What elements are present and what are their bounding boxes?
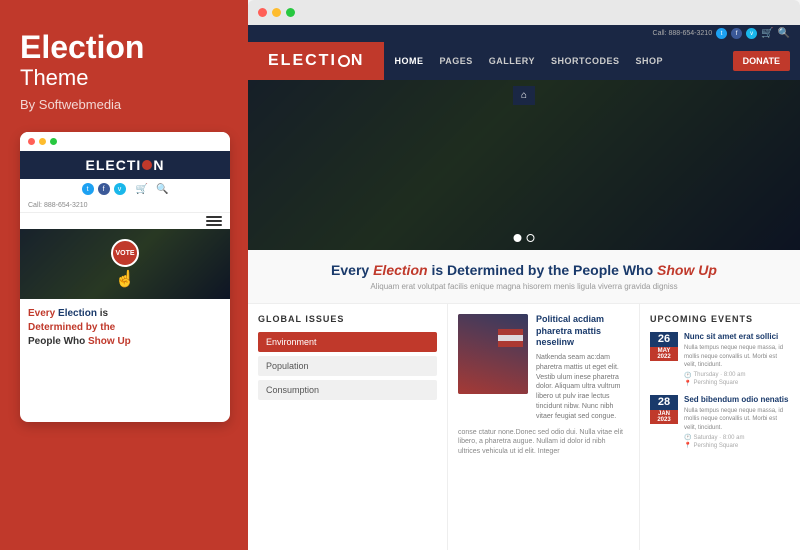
event-meta-2: 🕐 Saturday · 8:00 am 📍 Pershing Square bbox=[684, 434, 790, 449]
hero-dot-1[interactable] bbox=[514, 234, 522, 242]
right-panel: Call: 888-654-3210 t f v 🛒 🔍 ELECTIN HOM… bbox=[248, 0, 800, 550]
event-desc-2: Nulla tempus neque neque massa, id molli… bbox=[684, 407, 790, 432]
article-content: Political acdiam pharetra mattis neselin… bbox=[536, 314, 629, 422]
tagline-sub: Aliquam erat volutpat facilis enique mag… bbox=[268, 282, 780, 291]
mobile-nav: ELECTIN bbox=[20, 151, 230, 179]
dt-dot-red bbox=[258, 8, 267, 17]
site-nav: ELECTIN HOME PAGES GALLERY SHORTCODES SH… bbox=[248, 42, 800, 80]
mobile-headline: Every Election is Determined by the Peop… bbox=[28, 307, 222, 349]
hero-dot-2[interactable] bbox=[527, 234, 535, 242]
cart-icon[interactable]: 🛒 bbox=[136, 184, 148, 195]
event-desc-1: Nulla tempus neque neque massa, id molli… bbox=[684, 344, 790, 369]
article-image bbox=[458, 314, 528, 394]
article-card: Political acdiam pharetra mattis neselin… bbox=[458, 314, 629, 422]
hero-dots bbox=[514, 234, 535, 242]
mobile-phone-bar: Call: 888-654-3210 bbox=[20, 199, 230, 213]
vimeo-icon[interactable]: v bbox=[114, 183, 126, 195]
mobile-dot-green bbox=[50, 138, 57, 145]
vote-badge: VOTE ☝ bbox=[111, 239, 139, 289]
hero-overlay bbox=[248, 80, 800, 250]
mobile-dot-yellow bbox=[39, 138, 46, 145]
search-icon[interactable]: 🔍 bbox=[156, 184, 168, 195]
mobile-hero: VOTE ☝ bbox=[20, 229, 230, 299]
mobile-social-icons: t f v 🛒 🔍 bbox=[20, 179, 230, 199]
hero-section: ⌂ bbox=[248, 80, 800, 250]
nav-pages[interactable]: PAGES bbox=[439, 56, 472, 66]
site-header: Call: 888-654-3210 t f v 🛒 🔍 ELECTIN HOM… bbox=[248, 25, 800, 80]
facebook-icon[interactable]: f bbox=[98, 183, 110, 195]
global-issues-title: GLOBAL ISSUES bbox=[258, 314, 437, 324]
mobile-logo: ELECTIN bbox=[86, 157, 165, 173]
tagline-main: Every Election is Determined by the Peop… bbox=[268, 262, 780, 278]
event-month-1: MAY2022 bbox=[650, 347, 678, 361]
article-flag bbox=[498, 329, 523, 347]
lower-content: GLOBAL ISSUES Environment Population Con… bbox=[248, 304, 800, 550]
mobile-mockup: ELECTIN t f v 🛒 🔍 Call: 888-654-3210 VOT… bbox=[20, 132, 230, 422]
hamburger-icon[interactable] bbox=[206, 216, 222, 226]
event-title-2: Sed bibendum odio nenatis bbox=[684, 395, 790, 405]
event-item-2: 28 JAN2023 Sed bibendum odio nenatis Nul… bbox=[650, 395, 790, 450]
article-body: Natkenda seam ac:dam pharetra mattis ut … bbox=[536, 353, 629, 422]
issue-consumption[interactable]: Consumption bbox=[258, 380, 437, 400]
event-day-2: 28 bbox=[650, 395, 678, 410]
event-month-2: JAN2023 bbox=[650, 410, 678, 424]
upcoming-events-title: UPCOMING EVENTS bbox=[650, 314, 790, 324]
mobile-menu-bar bbox=[20, 213, 230, 229]
mobile-top-bar bbox=[20, 132, 230, 151]
dt-dot-yellow bbox=[272, 8, 281, 17]
event-title-1: Nunc sit amet erat sollici bbox=[684, 332, 790, 342]
desktop-mockup: Call: 888-654-3210 t f v 🛒 🔍 ELECTIN HOM… bbox=[248, 0, 800, 550]
event-item-1: 26 MAY2022 Nunc sit amet erat sollici Nu… bbox=[650, 332, 790, 387]
event-date-badge-2: 28 JAN2023 bbox=[650, 395, 678, 450]
nav-items: HOME PAGES GALLERY SHORTCODES SHOP bbox=[384, 56, 732, 66]
vote-circle: VOTE bbox=[111, 239, 139, 267]
desktop-top-bar bbox=[248, 0, 800, 25]
event-meta-1: 🕐 Thursday · 8:00 am 📍 Pershing Square bbox=[684, 372, 790, 387]
mobile-text-section: Every Election is Determined by the Peop… bbox=[20, 299, 230, 357]
hand-icon: ☝ bbox=[111, 269, 139, 289]
dt-dot-green bbox=[286, 8, 295, 17]
left-panel: Election Theme By Softwebmedia ELECTIN t… bbox=[0, 0, 248, 550]
tagline-section: Every Election is Determined by the Peop… bbox=[248, 250, 800, 304]
event-date-badge-1: 26 MAY2022 bbox=[650, 332, 678, 387]
twitter-icon[interactable]: t bbox=[82, 183, 94, 195]
article-section: Political acdiam pharetra mattis neselin… bbox=[448, 304, 640, 550]
event-content-2: Sed bibendum odio nenatis Nulla tempus n… bbox=[684, 395, 790, 450]
global-issues-panel: GLOBAL ISSUES Environment Population Con… bbox=[248, 304, 448, 550]
nav-gallery[interactable]: GALLERY bbox=[489, 56, 535, 66]
header-vimeo-icon[interactable]: v bbox=[746, 28, 757, 39]
upcoming-events-panel: UPCOMING EVENTS 26 MAY2022 Nunc sit amet… bbox=[640, 304, 800, 550]
event-day-1: 26 bbox=[650, 332, 678, 347]
issue-environment[interactable]: Environment bbox=[258, 332, 437, 352]
mobile-dot-red bbox=[28, 138, 35, 145]
article-footer: conse ctatur none.Donec sed odio dui. Nu… bbox=[458, 428, 629, 457]
theme-title: Election Theme By Softwebmedia bbox=[20, 30, 228, 112]
event-content-1: Nunc sit amet erat sollici Nulla tempus … bbox=[684, 332, 790, 387]
nav-home[interactable]: HOME bbox=[394, 56, 423, 66]
issues-list: Environment Population Consumption bbox=[258, 332, 437, 400]
issue-population[interactable]: Population bbox=[258, 356, 437, 376]
nav-shortcodes[interactable]: SHORTCODES bbox=[551, 56, 620, 66]
header-twitter-icon[interactable]: t bbox=[716, 28, 727, 39]
desktop-content: Call: 888-654-3210 t f v 🛒 🔍 ELECTIN HOM… bbox=[248, 25, 800, 550]
header-top-bar: Call: 888-654-3210 t f v 🛒 🔍 bbox=[248, 25, 800, 42]
header-cart-icon[interactable]: 🛒 bbox=[761, 28, 773, 39]
header-search-icon[interactable]: 🔍 bbox=[778, 28, 790, 39]
site-logo: ELECTIN bbox=[248, 42, 384, 80]
article-title: Political acdiam pharetra mattis neselin… bbox=[536, 314, 629, 349]
header-facebook-icon[interactable]: f bbox=[731, 28, 742, 39]
nav-shop[interactable]: SHOP bbox=[635, 56, 663, 66]
donate-button[interactable]: DONATE bbox=[733, 51, 790, 71]
hero-home-icon[interactable]: ⌂ bbox=[513, 86, 535, 105]
